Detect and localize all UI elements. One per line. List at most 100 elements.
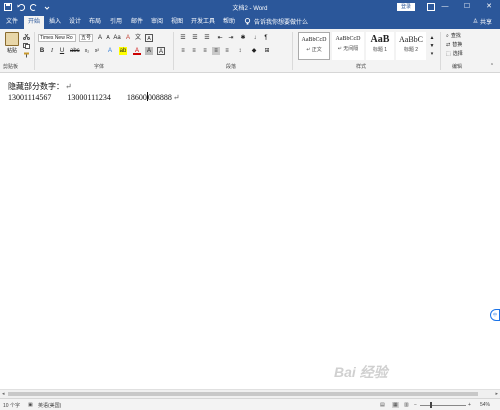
borders-icon[interactable]: ⊞ bbox=[263, 47, 271, 55]
separator bbox=[34, 32, 35, 70]
search-icon: ⌕ bbox=[446, 32, 449, 39]
style-no-spacing[interactable]: AaBbCcD ↵ 无间隔 bbox=[332, 32, 364, 60]
tab-developer[interactable]: 开发工具 bbox=[188, 16, 218, 29]
ime-badge[interactable]: 中 bbox=[490, 309, 500, 321]
font-size-dropdown[interactable]: 五号 bbox=[79, 34, 93, 42]
clipboard-icon bbox=[5, 32, 19, 46]
tab-review[interactable]: 审阅 bbox=[148, 16, 166, 29]
language-indicator[interactable]: 英语(美国) bbox=[38, 402, 61, 409]
maximize-button[interactable]: ☐ bbox=[456, 0, 478, 14]
character-shading-icon[interactable]: A bbox=[145, 47, 153, 55]
paste-button[interactable]: 粘贴 bbox=[4, 32, 20, 56]
zoom-level[interactable]: 54% bbox=[480, 402, 490, 408]
copy-icon[interactable] bbox=[23, 43, 30, 49]
subscript-icon[interactable]: x₂ bbox=[83, 47, 91, 55]
web-layout-icon[interactable]: ▥ bbox=[404, 402, 409, 408]
separator bbox=[440, 32, 441, 70]
zoom-in-icon[interactable]: + bbox=[468, 402, 471, 408]
change-case-icon[interactable]: Aa bbox=[113, 34, 121, 42]
shading-icon[interactable]: ◆ bbox=[250, 47, 258, 55]
justify-icon[interactable]: ≡ bbox=[212, 47, 220, 55]
styles-scroll-up-icon[interactable]: ▲ bbox=[428, 34, 436, 42]
strikethrough-icon[interactable]: abc bbox=[70, 47, 80, 55]
read-mode-icon[interactable]: ▤ bbox=[380, 402, 385, 408]
align-left-icon[interactable]: ≡ bbox=[179, 47, 187, 55]
scroll-right-icon[interactable]: ▸ bbox=[495, 391, 498, 397]
zoom-slider-knob[interactable] bbox=[430, 402, 433, 408]
enclose-character-icon[interactable]: A bbox=[145, 34, 153, 42]
line-spacing-icon[interactable]: ↕ bbox=[236, 47, 244, 55]
align-center-icon[interactable]: ≡ bbox=[190, 47, 198, 55]
status-bar: 10 个字 ▣ 英语(美国) ▤ ▦ ▥ − + 54% bbox=[0, 398, 500, 410]
numbering-icon[interactable]: ☰ bbox=[191, 34, 199, 42]
phonetic-guide-icon[interactable]: 文 bbox=[134, 34, 142, 42]
bullets-icon[interactable]: ☰ bbox=[179, 34, 187, 42]
tab-view[interactable]: 视图 bbox=[168, 16, 186, 29]
phone-number-2: 13000111234 bbox=[67, 93, 111, 102]
horizontal-scrollbar[interactable]: ◂ ▸ bbox=[0, 389, 500, 398]
lightbulb-icon bbox=[244, 18, 251, 25]
cut-icon[interactable] bbox=[23, 33, 30, 40]
tab-file[interactable]: 文件 bbox=[2, 16, 22, 29]
print-layout-icon[interactable]: ▦ bbox=[392, 402, 399, 408]
tab-home[interactable]: 开始 bbox=[24, 16, 44, 29]
multilevel-list-icon[interactable]: ☰ bbox=[203, 34, 211, 42]
font-color-icon[interactable]: A bbox=[133, 47, 141, 55]
decrease-indent-icon[interactable]: ⇤ bbox=[216, 34, 224, 42]
text-effects-icon[interactable]: A bbox=[106, 47, 114, 55]
underline-icon[interactable]: U bbox=[58, 47, 66, 55]
tab-references[interactable]: 引用 bbox=[106, 16, 126, 29]
styles-more-icon[interactable]: ▾ bbox=[428, 50, 436, 58]
replace-button[interactable]: ⇄ 替换 bbox=[446, 41, 462, 49]
minimize-button[interactable]: — bbox=[434, 0, 456, 14]
tell-me-box[interactable]: 告诉我你想要做什么 bbox=[244, 17, 308, 26]
style-normal[interactable]: AaBbCcD ↵ 正文 bbox=[298, 32, 330, 60]
share-label: 共享 bbox=[479, 20, 492, 26]
style-heading-1[interactable]: AaB 标题 1 bbox=[366, 32, 394, 60]
document-heading-line: 隐藏部分数字：↵ bbox=[8, 81, 72, 92]
align-right-icon[interactable]: ≡ bbox=[201, 47, 209, 55]
zoom-out-icon[interactable]: − bbox=[414, 402, 417, 408]
editing-group-label: 编辑 bbox=[452, 64, 463, 70]
word-count[interactable]: 10 个字 bbox=[3, 402, 20, 409]
zoom-slider[interactable] bbox=[420, 405, 466, 406]
grow-font-icon[interactable]: A bbox=[96, 34, 104, 42]
format-painter-icon[interactable] bbox=[23, 52, 30, 58]
tab-insert[interactable]: 插入 bbox=[46, 16, 64, 29]
character-border-icon[interactable]: A bbox=[157, 47, 165, 55]
close-button[interactable]: ✕ bbox=[478, 0, 500, 14]
collapse-ribbon-icon[interactable]: ⌃ bbox=[488, 63, 496, 69]
replace-icon: ⇄ bbox=[446, 41, 451, 48]
scroll-left-icon[interactable]: ◂ bbox=[2, 391, 5, 397]
show-marks-icon[interactable]: ¶ bbox=[262, 34, 270, 42]
login-button[interactable]: 登录 bbox=[397, 3, 415, 11]
bold-icon[interactable]: B bbox=[38, 47, 46, 55]
styles-scroll-down-icon[interactable]: ▼ bbox=[428, 42, 436, 50]
tab-layout[interactable]: 布局 bbox=[86, 16, 104, 29]
style-preview: AaBbCcD bbox=[301, 37, 327, 43]
increase-indent-icon[interactable]: ⇥ bbox=[227, 34, 235, 42]
style-preview: AaB bbox=[370, 34, 390, 45]
clear-formatting-icon[interactable]: A bbox=[124, 34, 132, 42]
proofing-icon[interactable]: ▣ bbox=[28, 402, 33, 408]
italic-icon[interactable]: I bbox=[48, 47, 56, 55]
document-area[interactable]: 隐藏部分数字：↵ 13001114567 13000111234 1860000… bbox=[0, 73, 500, 389]
share-button[interactable]: ♙ 共享 bbox=[473, 17, 492, 26]
sort-icon[interactable]: ↓ bbox=[251, 34, 259, 42]
tab-help[interactable]: 帮助 bbox=[220, 16, 238, 29]
scroll-thumb[interactable] bbox=[8, 392, 478, 396]
distributed-icon[interactable]: ≡ bbox=[223, 47, 231, 55]
chinese-layout-icon[interactable]: ✱ bbox=[239, 34, 247, 42]
window-controls: — ☐ ✕ bbox=[434, 0, 500, 14]
shrink-font-icon[interactable]: A bbox=[104, 34, 112, 42]
tab-design[interactable]: 设计 bbox=[66, 16, 84, 29]
style-heading-2[interactable]: AaBbC 标题 2 bbox=[396, 32, 426, 60]
tab-mailings[interactable]: 邮件 bbox=[128, 16, 146, 29]
select-button[interactable]: ⬚ 选择 bbox=[446, 50, 463, 58]
font-name-dropdown[interactable]: Times New Ro bbox=[38, 34, 76, 42]
find-button[interactable]: ⌕ 查找 bbox=[446, 32, 461, 40]
ribbon-tabs: 文件 开始 插入 设计 布局 引用 邮件 审阅 视图 开发工具 帮助 告诉我你想… bbox=[0, 14, 500, 29]
superscript-icon[interactable]: x² bbox=[93, 47, 101, 55]
highlight-color-icon[interactable]: ab bbox=[119, 47, 127, 55]
style-name: 标题 1 bbox=[372, 47, 388, 53]
